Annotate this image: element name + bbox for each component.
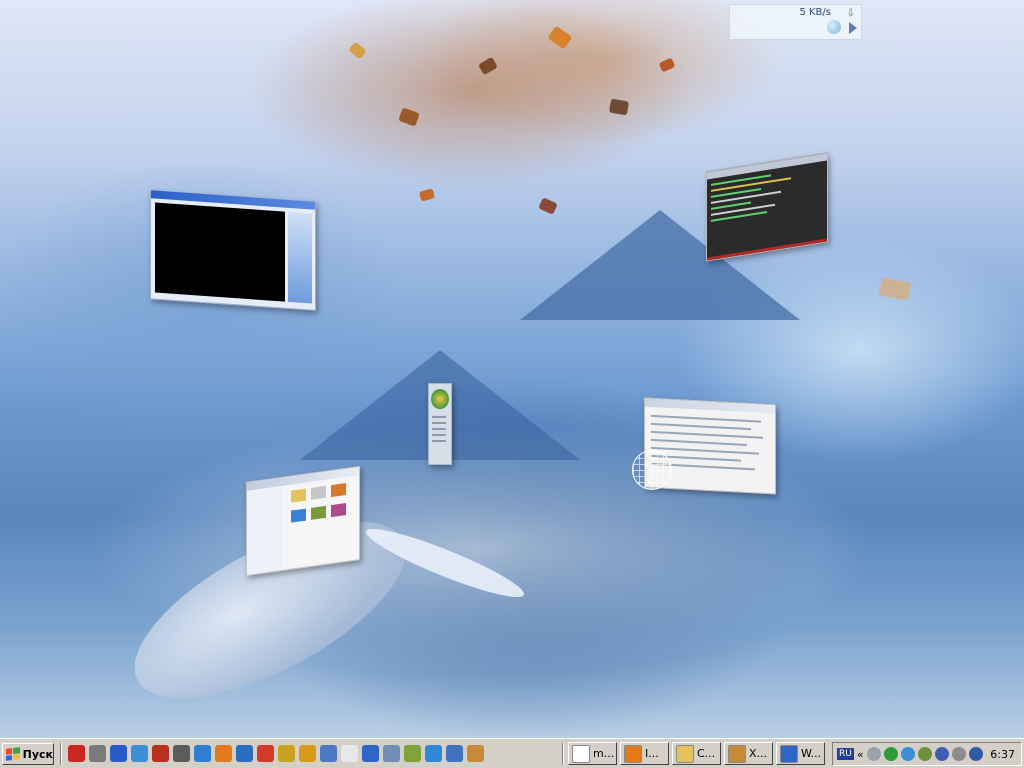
list-item [432,434,446,436]
puzzle-icon[interactable] [278,745,295,762]
media-icon [780,744,798,763]
disk-icon[interactable] [866,747,881,761]
network-meter[interactable]: 5 KB/s ⇩ [729,4,862,40]
windows-logo-icon [6,747,20,761]
taskbar-separator [562,743,564,765]
taskbar: Пуск m... I... C... X... W... RU « 6:37 [0,738,1024,768]
task-button[interactable]: I... [620,742,669,765]
image-thumbnail[interactable] [331,502,346,518]
network-tray-icon[interactable] [917,747,932,761]
wallpaper-leaf [878,277,912,301]
plant-app-window[interactable] [428,383,452,465]
list-item [651,446,759,455]
globe-icon[interactable] [131,745,148,762]
wallpaper-leaf [348,41,367,60]
image-thumbnail[interactable] [331,482,346,498]
monitor-icon[interactable] [934,747,949,761]
help-icon[interactable] [968,747,983,761]
file-thumbnail[interactable] [311,485,326,500]
browser2-icon[interactable] [236,745,253,762]
media-player-window[interactable] [150,189,316,311]
wallpaper-leaf [608,98,630,116]
network-activity-icon [827,20,841,34]
wireframe-globe-icon [632,450,672,490]
azureus-icon[interactable] [194,745,211,762]
list-item [432,428,446,430]
wallpaper-leaf [658,57,676,73]
list-item [432,440,446,442]
firefox-icon[interactable] [215,745,232,762]
globe-tray-icon[interactable] [900,747,915,761]
task-button[interactable]: m... [568,742,617,765]
window-icon[interactable] [320,745,337,762]
info-icon [572,744,590,763]
wallpaper-leaf [547,25,573,50]
wallpaper-leaf [418,188,436,202]
playlist-pane[interactable] [288,211,312,304]
media-icon[interactable] [362,745,379,762]
plant-image [431,389,449,409]
list-item [432,422,446,424]
taskbar-separator [60,743,62,765]
task-buttons: m... I... C... X... W... [568,742,825,765]
image-thumbnail[interactable] [291,508,306,523]
gimp-icon[interactable] [467,745,484,762]
image-thumbnail[interactable] [311,505,326,520]
list-item [432,416,446,418]
language-indicator[interactable]: RU [837,748,854,760]
start-button[interactable]: Пуск [2,743,54,765]
network-icon[interactable] [110,745,127,762]
tray-icons [866,747,983,761]
task-button[interactable]: W... [776,742,825,765]
download-arrow-icon: ⇩ [846,8,855,19]
play-arrow-icon[interactable] [849,22,857,34]
magnifier-icon[interactable] [299,745,316,762]
opera-icon[interactable] [257,745,274,762]
video-area[interactable] [155,202,285,302]
recycle-icon[interactable] [383,745,400,762]
list-item [651,422,751,431]
text-tool-icon[interactable] [173,745,190,762]
list-item [651,438,747,446]
start-label: Пуск [22,747,53,761]
firefox-icon [624,744,642,763]
filezilla-icon[interactable] [152,745,169,762]
ie-icon[interactable] [425,745,442,762]
quick-launch-bar [68,745,484,763]
task-button[interactable]: X... [724,742,773,765]
desktop-wallpaper [0,0,1024,738]
system-tray: RU « 6:37 [832,742,1022,766]
task-button-label: X... [749,747,768,760]
settings-icon[interactable] [404,745,421,762]
task-button[interactable]: C... [672,742,721,765]
task-button-label: I... [645,747,659,760]
explorer-sidebar[interactable] [247,485,283,575]
network-speed: 5 KB/s [799,7,831,18]
list-item [651,430,763,439]
wallpaper-leaf [478,56,498,76]
acrobat-icon[interactable] [68,745,85,762]
clock[interactable]: 6:37 [990,748,1015,761]
folder-thumbnail[interactable] [291,488,306,503]
list-item [651,414,761,423]
info-icon[interactable] [341,745,358,762]
task-button-label: W... [801,747,822,760]
tools-icon[interactable] [89,745,106,762]
speaker-icon[interactable] [951,747,966,761]
task-button-label: C... [697,747,716,760]
gimp-icon [728,744,746,763]
clover-icon[interactable] [883,747,898,761]
task-button-label: m... [593,747,615,760]
file-explorer-window[interactable] [246,465,360,577]
tray-expand-button[interactable]: « [857,748,864,761]
wallpaper-leaf [398,107,420,127]
folder-icon [676,744,694,763]
outlook-icon[interactable] [446,745,463,762]
